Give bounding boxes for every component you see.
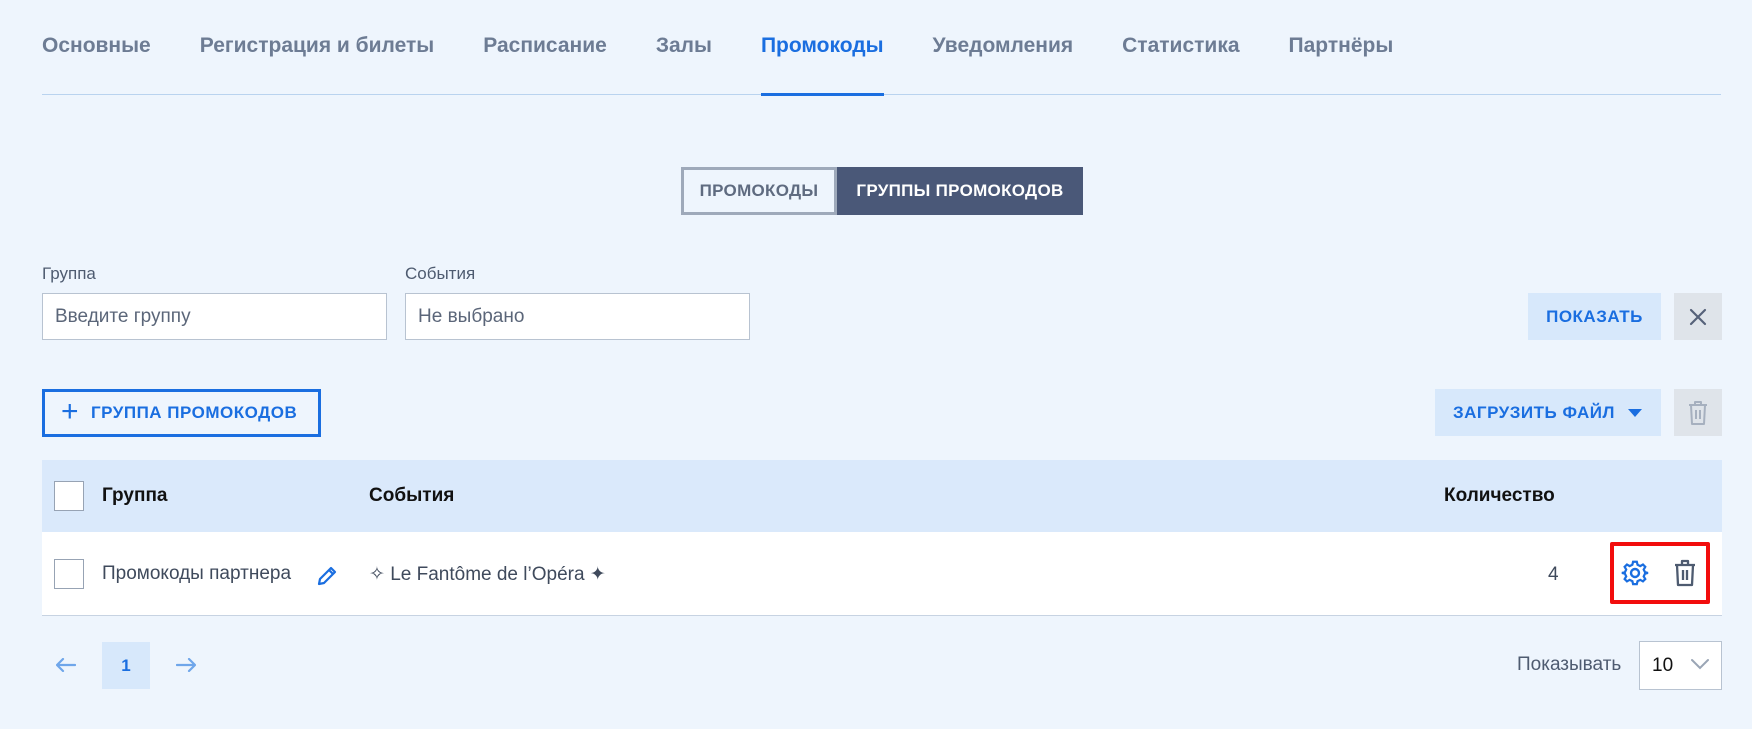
close-icon: [1689, 308, 1707, 325]
per-page-label: Показывать: [1517, 654, 1622, 675]
group-filter-label: Группа: [42, 264, 96, 283]
arrow-left-icon: [56, 658, 76, 672]
row-delete-button[interactable]: [1668, 556, 1702, 590]
table-header: Группа События Количество: [42, 460, 1722, 532]
upload-file-button[interactable]: ЗАГРУЗИТЬ ФАЙЛ: [1435, 389, 1661, 436]
plus-icon: +: [61, 394, 80, 428]
caret-down-icon: [1627, 408, 1642, 417]
arrow-right-icon: [176, 658, 196, 672]
table-row: Промокоды партнера ✧ Le Fantôme de l’Opé…: [42, 532, 1722, 616]
per-page-select[interactable]: 10: [1639, 641, 1722, 690]
row-events: ✧ Le Fantôme de l’Opéra ✦: [369, 564, 606, 585]
group-filter-placeholder: Введите группу: [55, 305, 191, 327]
page-number-button[interactable]: 1: [102, 642, 150, 689]
tab-basic[interactable]: Основные: [42, 0, 151, 95]
show-button[interactable]: ПОКАЗАТЬ: [1528, 293, 1661, 340]
delete-selected-button[interactable]: [1674, 389, 1722, 436]
add-promocode-group-label: ГРУППА ПРОМОКОДОВ: [91, 403, 298, 422]
clear-filters-button[interactable]: [1674, 293, 1722, 340]
events-filter-value: Не выбрано: [418, 305, 525, 327]
chevron-down-icon: [1691, 659, 1709, 670]
row-checkbox[interactable]: [54, 559, 84, 589]
edit-pencil-icon[interactable]: [316, 565, 338, 587]
prev-page-button[interactable]: [46, 649, 86, 681]
next-page-button[interactable]: [166, 649, 206, 681]
tab-schedule[interactable]: Расписание: [483, 0, 607, 95]
column-header-group: Группа: [102, 485, 168, 506]
tab-partners[interactable]: Партнёры: [1289, 0, 1394, 95]
segment-promocodes[interactable]: ПРОМОКОДЫ: [681, 167, 837, 215]
select-all-checkbox[interactable]: [54, 481, 84, 511]
tab-promocodes[interactable]: Промокоды: [760, 0, 884, 96]
segment-promocode-groups[interactable]: ГРУППЫ ПРОМОКОДОВ: [837, 167, 1083, 215]
view-switcher: ПРОМОКОДЫ ГРУППЫ ПРОМОКОДОВ: [681, 167, 1083, 215]
gear-icon: [1621, 560, 1649, 586]
tab-registration-tickets[interactable]: Регистрация и билеты: [200, 0, 435, 95]
group-filter-input[interactable]: Введите группу: [42, 293, 387, 340]
trash-icon: [1675, 559, 1695, 587]
tab-bar: Основные Регистрация и билеты Расписание…: [42, 0, 1721, 96]
trash-icon: [1689, 400, 1707, 425]
events-filter-label: События: [405, 264, 476, 283]
row-count: 4: [1548, 564, 1559, 585]
tab-halls[interactable]: Залы: [656, 0, 712, 95]
row-settings-button[interactable]: [1618, 556, 1652, 590]
tab-notifications[interactable]: Уведомления: [933, 0, 1074, 95]
upload-file-label: ЗАГРУЗИТЬ ФАЙЛ: [1453, 402, 1615, 422]
add-promocode-group-button[interactable]: + ГРУППА ПРОМОКОДОВ: [42, 389, 321, 437]
per-page-value: 10: [1652, 654, 1674, 676]
column-header-count: Количество: [1444, 485, 1555, 506]
column-header-events: События: [369, 485, 455, 506]
row-group-name: Промокоды партнера: [102, 563, 292, 584]
events-filter-select[interactable]: Не выбрано: [405, 293, 750, 340]
tab-statistics[interactable]: Статистика: [1122, 0, 1239, 95]
